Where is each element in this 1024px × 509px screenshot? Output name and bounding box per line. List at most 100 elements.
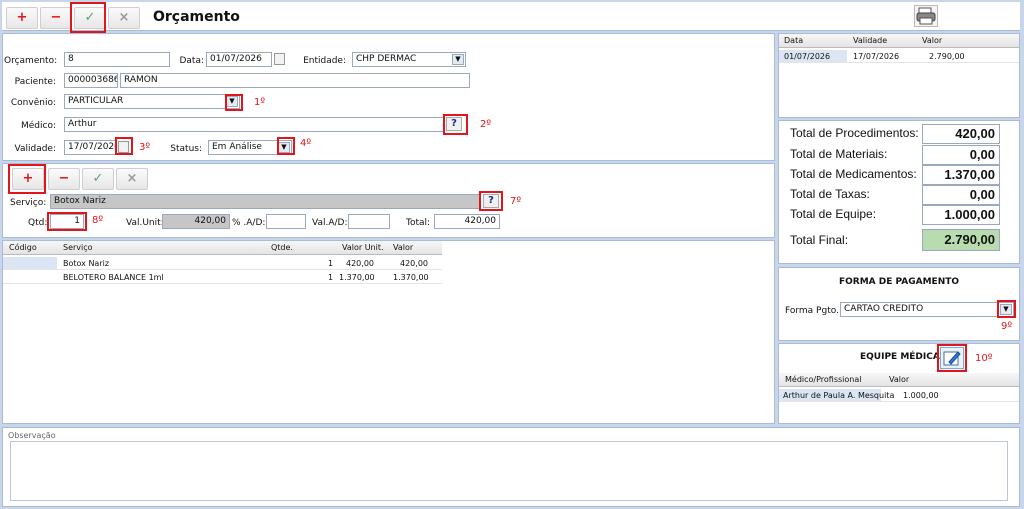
highlight-confirm [70, 2, 106, 33]
row-qtde: 1 [328, 273, 334, 282]
annotation-2: 2º [480, 119, 492, 130]
total-final-label: Total Final: [790, 233, 849, 247]
col-qtde: Qtde. [271, 243, 293, 252]
remove-service-button[interactable]: − [48, 168, 80, 190]
payment-title: FORMA DE PAGAMENTO [838, 277, 960, 287]
total-final-value: 2.790,00 [922, 229, 1000, 251]
row-servico: BELOTERO BALANCE 1ml [63, 273, 164, 282]
printer-icon[interactable] [914, 5, 938, 27]
row-data: 01/07/2026 [784, 52, 831, 61]
highlight-add-service [8, 164, 46, 194]
payment-select[interactable]: CARTAO CREDITO ▼ [840, 302, 1014, 317]
row-valor: 1.370,00 [393, 273, 429, 282]
validade-label: Validade: [14, 144, 56, 154]
convenio-label: Convênio: [10, 98, 56, 108]
col-profissional: Médico/Profissional [785, 375, 862, 384]
orcamento-label: Orçamento: [4, 56, 58, 66]
add-button[interactable]: + [6, 7, 38, 29]
annotation-10: 10º [975, 353, 993, 364]
total-materiais-label: Total de Materiais: [790, 147, 888, 161]
highlight-status [277, 137, 295, 155]
highlight-medico [443, 114, 468, 135]
servico-label: Serviço: [10, 198, 47, 208]
total-materiais-value: 0,00 [922, 145, 1000, 165]
paciente-label: Paciente: [14, 77, 56, 87]
paciente-code-field[interactable]: 0000036865 [64, 73, 118, 88]
remove-button[interactable]: − [40, 7, 72, 29]
selection-marker [3, 257, 57, 269]
table-row[interactable]: Arthur de Paula A. Mesquita 1.000,00 [779, 389, 1019, 402]
paciente-name-field[interactable]: RAMON [120, 73, 470, 88]
validity-grid-header: Data Validade Valor [779, 34, 1019, 48]
annotation-1: 1º [254, 97, 266, 108]
cancel-button[interactable]: × [108, 7, 140, 29]
valunit-field: 420,00 [162, 214, 230, 229]
medico-label: Médico: [20, 121, 56, 131]
highlight-qtd [47, 212, 87, 231]
entidade-value: CHP DERMAC [356, 54, 417, 64]
team-title: EQUIPE MÉDICA [860, 352, 940, 362]
total-medicamentos-value: 1.370,00 [922, 165, 1000, 185]
highlight-payment [997, 300, 1016, 318]
table-row[interactable]: 01/07/2026 17/07/2026 2.790,00 [779, 50, 1019, 63]
col-codigo: Código [9, 243, 37, 252]
valunit-label: Val.Unit: [126, 218, 164, 228]
annotation-7: 7º [510, 196, 522, 207]
row-unit: 1.370,00 [339, 273, 375, 282]
valad-field[interactable] [348, 214, 390, 229]
col-valor-unit: Valor Unit. [342, 243, 384, 252]
row-qtde: 1 [328, 259, 334, 268]
status-label: Status: [170, 144, 202, 154]
medico-field[interactable]: Arthur [64, 117, 444, 132]
row-profissional: Arthur de Paula A. Mesquita [783, 391, 895, 400]
annotation-8: 8º [92, 215, 104, 226]
page-title: Orçamento [153, 9, 240, 25]
status-value: Em Análise [212, 142, 262, 152]
col-servico: Serviço [63, 243, 93, 252]
annotation-4: 4º [300, 138, 312, 149]
chevron-down-icon[interactable]: ▼ [452, 54, 464, 65]
col-data: Data [784, 36, 804, 45]
total-procedimentos-value: 420,00 [922, 124, 1000, 144]
toolbar: + − ✓ × Orçamento [2, 2, 1020, 31]
table-row[interactable]: BELOTERO BALANCE 1ml 1 1.370,00 1.370,00 [3, 271, 442, 284]
confirm-service-button[interactable]: ✓ [82, 168, 114, 190]
validade-field[interactable]: 17/07/2026 [64, 140, 116, 155]
payment-value: CARTAO CREDITO [844, 304, 924, 314]
highlight-validade [115, 137, 133, 155]
qtd-label: Qtd: [28, 218, 48, 228]
row-valor: 420,00 [400, 259, 428, 268]
cancel-service-button[interactable]: × [116, 168, 148, 190]
data-label: Data: [179, 56, 204, 66]
total-equipe-label: Total de Equipe: [790, 207, 877, 221]
annotation-3: 3º [139, 142, 151, 153]
annotation-9: 9º [1001, 321, 1013, 332]
entidade-label: Entidade: [303, 56, 346, 66]
entidade-select[interactable]: CHP DERMAC ▼ [352, 52, 466, 67]
orcamento-field[interactable]: 8 [64, 52, 170, 67]
total-equipe-value: 1.000,00 [922, 205, 1000, 225]
servico-field[interactable]: Botox Nariz [50, 194, 480, 209]
data-field[interactable]: 01/07/2026 [206, 52, 272, 67]
pct-field[interactable] [266, 214, 306, 229]
col-valor: Valor [922, 36, 943, 45]
row-servico: Botox Nariz [63, 259, 110, 268]
col-valor: Valor [393, 243, 414, 252]
items-grid-header: Código Serviço Qtde. Valor Unit. Valor [3, 241, 442, 255]
convenio-value: PARTICULAR [68, 96, 124, 106]
highlight-team [937, 344, 967, 372]
table-row[interactable]: Botox Nariz 1 420,00 420,00 [3, 257, 442, 270]
row-validade: 17/07/2026 [853, 52, 900, 61]
budget-window: + − ✓ × Orçamento 5º Orçamento: 8 Data: … [0, 0, 1024, 509]
highlight-convenio [225, 94, 243, 111]
total-taxas-value: 0,00 [922, 185, 1000, 205]
observation-textarea[interactable] [10, 441, 1008, 501]
calendar-icon[interactable] [274, 53, 285, 65]
team-grid-header: Médico/Profissional Valor [779, 373, 1019, 387]
total-label: Total: [406, 218, 431, 228]
total-taxas-label: Total de Taxas: [790, 187, 870, 201]
convenio-select[interactable]: PARTICULAR ▼ [64, 94, 240, 109]
col-validade: Validade [853, 36, 888, 45]
valad-label: Val.A/D: [312, 218, 348, 228]
total-procedimentos-label: Total de Procedimentos: [790, 126, 919, 140]
